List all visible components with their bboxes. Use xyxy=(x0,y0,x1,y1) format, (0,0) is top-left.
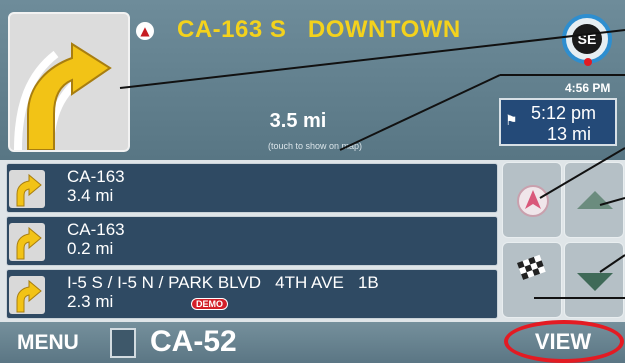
touch-hint: (touch to show on map) xyxy=(267,141,363,151)
scroll-up-icon xyxy=(577,191,613,209)
checkered-flag-icon: ⚑ xyxy=(505,112,518,128)
compass-button[interactable]: SE xyxy=(562,14,612,66)
destination-button[interactable] xyxy=(502,242,562,318)
menu-button[interactable]: MENU xyxy=(17,331,79,355)
north-arrow-icon: ▲ xyxy=(136,22,154,40)
scroll-up-button[interactable] xyxy=(564,162,624,238)
north-arrow-icon xyxy=(517,185,549,217)
scroll-down-button[interactable] xyxy=(564,242,624,318)
turn-list-item[interactable]: CA-163 0.2 mi xyxy=(6,216,498,266)
view-highlight-ring xyxy=(504,320,624,363)
turn-road-name: I-5 S / I-5 N / PARK BLVD 4TH AVE 1B xyxy=(67,273,379,292)
checkered-flag-icon xyxy=(517,254,546,280)
turn-distance: 3.4 mi xyxy=(67,186,114,205)
turn-road-name: CA-163 xyxy=(67,220,125,239)
turn-list: CA-163 3.4 mi CA-163 0.2 mi I-5 S / I-5 … xyxy=(0,160,500,322)
turn-right-arrow-icon xyxy=(14,42,112,151)
turn-distance: 0.2 mi xyxy=(67,239,114,258)
north-arrow-button[interactable] xyxy=(502,162,562,238)
eta-time: 5:12 pm xyxy=(531,103,597,123)
scroll-down-icon xyxy=(577,273,613,291)
compass-heading: SE xyxy=(572,24,602,54)
maneuver-panel[interactable]: ▲ CA-163 S DOWNTOWN SE 4:56 PM 3.5 mi (t… xyxy=(0,0,625,160)
list-controls xyxy=(500,160,625,322)
turn-right-icon xyxy=(9,170,45,208)
road-sign-icon xyxy=(110,328,136,358)
compass-marker xyxy=(584,58,592,66)
turn-distance: 2.3 mi xyxy=(67,292,114,311)
turn-list-item[interactable]: I-5 S / I-5 N / PARK BLVD 4TH AVE 1B 2.3… xyxy=(6,269,498,319)
demo-badge: DEMO xyxy=(191,298,228,310)
next-turn-panel[interactable] xyxy=(8,12,130,152)
navigation-screen: ▲ CA-163 S DOWNTOWN SE 4:56 PM 3.5 mi (t… xyxy=(0,0,625,363)
turn-road-name: CA-163 xyxy=(67,167,125,186)
turn-right-icon xyxy=(9,276,45,314)
clock: 4:56 PM xyxy=(565,81,611,95)
eta-distance: 13 mi xyxy=(547,124,592,144)
street-title: CA-163 S DOWNTOWN xyxy=(177,16,461,43)
maneuver-distance[interactable]: 3.5 mi xyxy=(228,110,368,133)
turn-list-item[interactable]: CA-163 3.4 mi xyxy=(6,163,498,213)
eta-panel[interactable]: ⚑ 5:12 pm 13 mi xyxy=(499,98,617,146)
turn-right-icon xyxy=(9,223,45,261)
current-road: CA-52 xyxy=(150,325,237,358)
